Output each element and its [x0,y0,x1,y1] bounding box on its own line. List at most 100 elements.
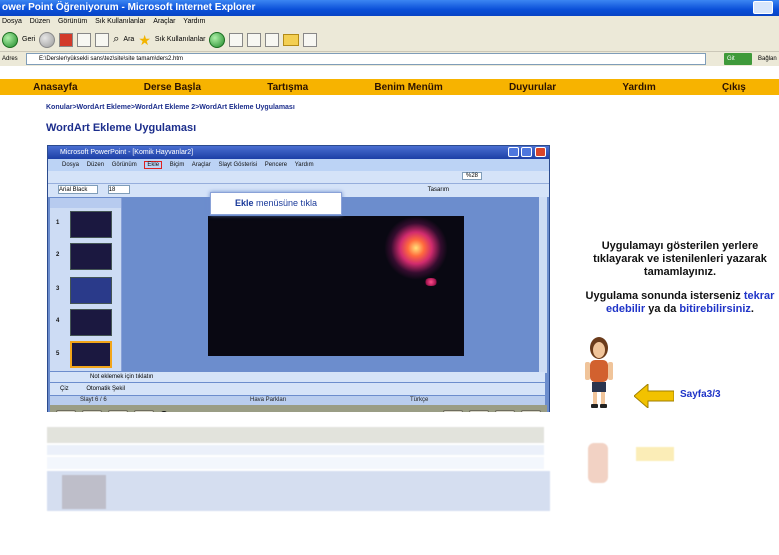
refresh-icon[interactable] [77,32,92,47]
slide-number: 3 [56,286,60,292]
pp-menu-gorunum[interactable]: Görünüm [112,162,137,168]
nav-yardim[interactable]: Yardım [622,82,655,93]
slide-thumbnail[interactable] [70,211,112,238]
volume-button[interactable]: ◀) [443,410,463,412]
slide-thumbnail-selected[interactable] [70,341,112,368]
reflection-arrow [636,447,674,461]
browser-window: ower Point Öğreniyorum - Microsoft Inter… [0,0,779,412]
folder-icon[interactable] [283,33,300,46]
slide-thumbnail[interactable] [70,309,112,336]
search-label[interactable]: Ara [123,36,134,43]
reflection-toolbar [47,457,544,469]
nav-benim-menum[interactable]: Benim Menüm [374,82,442,93]
pp-vertical-scrollbar[interactable] [539,197,547,373]
slide-number: 2 [56,252,60,258]
slide-thumbnail[interactable] [70,243,112,270]
page-indicator: Sayfa3/3 [680,389,721,400]
pp-minimize-button[interactable] [508,147,519,157]
home-icon[interactable] [95,32,110,47]
reflection-character [588,443,608,483]
menu-gorunum[interactable]: Görünüm [58,18,87,25]
progress-knob[interactable] [160,410,168,412]
design-button[interactable]: Tasarım [428,184,449,197]
slide-thumbnail[interactable] [70,277,112,304]
instruction-text: ya da [645,303,680,315]
mail-icon[interactable] [229,32,244,47]
firework-graphic [384,216,448,280]
nav-duyurular[interactable]: Duyurular [509,82,556,93]
window-titlebar: ower Point Öğreniyorum - Microsoft Inter… [0,0,779,16]
favorites-icon[interactable]: ★ [138,33,151,47]
draw-menu[interactable]: Çiz [60,386,69,392]
play-button[interactable]: ▶ [82,410,102,412]
go-button[interactable]: Git [724,53,752,65]
pp-menu-bicim[interactable]: Biçim [170,162,185,168]
autoshapes-menu[interactable]: Otomatik Şekil [86,386,125,392]
page: ower Point Öğreniyorum - Microsoft Inter… [0,0,779,555]
messenger-icon[interactable] [303,32,318,47]
address-input[interactable]: E:\Dersler\yüksekli sans\tez\site\site t… [26,53,706,65]
nav-cikis[interactable]: Çıkış [722,82,746,93]
menu-favorites[interactable]: Sık Kullanılanlar [95,18,146,25]
slide-canvas[interactable] [208,216,464,356]
pp-maximize-button[interactable] [521,147,532,157]
search-icon[interactable]: ⌕ [113,33,119,46]
browser-toolbar: Geri ⌕ Ara ★ Sık Kullanılanlar [0,28,779,52]
info-button[interactable]: i [521,410,541,412]
site-nav: Anasayfa Derse Başla Tartışma Benim Menü… [0,79,779,95]
history-icon[interactable] [209,31,226,48]
pp-menu-duzen[interactable]: Düzen [87,162,104,168]
font-size-select[interactable]: 18 [107,184,130,194]
page-title: WordArt Ekleme Uygulaması [46,122,197,134]
favorites-label[interactable]: Sık Kullanılanlar [155,36,206,43]
menu-duzen[interactable]: Düzen [30,18,50,25]
prev-button[interactable]: ◀◀ [108,410,128,412]
rewind-button[interactable]: ◀ [56,410,76,412]
slide-number: 4 [56,318,60,324]
browser-menubar: Dosya Düzen Görünüm Sık Kullanılanlar Ar… [0,16,779,28]
pp-menu-araclar[interactable]: Araçlar [192,162,211,168]
pp-title: Microsoft PowerPoint - [Komik Hayvanlar2… [60,149,194,156]
notes-pane[interactable]: Not eklemek için tıklatın [50,372,545,382]
pp-menu-ekle[interactable]: Ekle [144,161,163,169]
nav-anasayfa[interactable]: Anasayfa [33,82,77,93]
stop-icon[interactable] [59,32,74,47]
edit-icon[interactable] [265,32,280,47]
close-player-button[interactable]: ✕ [495,410,515,412]
instruction-text: Uygulama sonunda isterseniz [585,290,744,302]
font-name-select[interactable]: Arial Black [58,184,98,194]
next-button[interactable]: ▶▶ [134,410,154,412]
finish-link[interactable]: bitirebilirsiniz [679,303,751,315]
back-icon[interactable] [2,31,18,48]
breadcrumb[interactable]: Konular>WordArt Ekleme>WordArt Ekleme 2>… [46,104,295,111]
menu-araclar[interactable]: Araçlar [153,18,175,25]
links-label[interactable]: Bağlan [758,52,777,66]
zoom-box[interactable]: %28 [462,172,483,180]
pp-menu-slayt-gosterisi[interactable]: Slayt Gösterisi [218,162,257,168]
status-language: Türkçe [410,397,429,403]
print-icon[interactable] [247,32,262,47]
back-arrow-icon[interactable] [634,384,674,408]
guide-character-icon [585,337,613,408]
window-close-button[interactable] [753,1,773,14]
pp-menubar: Dosya Düzen Görünüm Ekle Biçim Araçlar S… [48,159,549,171]
back-label[interactable]: Geri [22,36,35,43]
fullscreen-button[interactable]: ▭ [469,410,489,412]
status-slide: Slayt 6 / 6 [80,397,107,403]
menu-dosya[interactable]: Dosya [2,18,22,25]
instruction-text: . [750,303,754,315]
pp-standard-toolbar: %28 [48,171,549,184]
instruction-paragraph-1: Uygulamayı gösterilen yerlere tıklayarak… [593,240,767,278]
reflection-window [47,471,550,511]
powerpoint-simulation: Microsoft PowerPoint - [Komik Hayvanlar2… [47,145,550,412]
pp-close-button[interactable] [535,147,546,157]
pp-menu-dosya[interactable]: Dosya [62,162,79,168]
menu-yardim[interactable]: Yardım [183,18,205,25]
slides-pane-tabs[interactable] [50,198,121,208]
reflection-slide [62,475,106,509]
pp-menu-pencere[interactable]: Pencere [265,162,287,168]
nav-tartisma[interactable]: Tartışma [267,82,308,93]
nav-derse-basla[interactable]: Derse Başla [144,82,201,93]
forward-icon[interactable] [39,31,56,48]
pp-menu-yardim[interactable]: Yardım [295,162,314,168]
